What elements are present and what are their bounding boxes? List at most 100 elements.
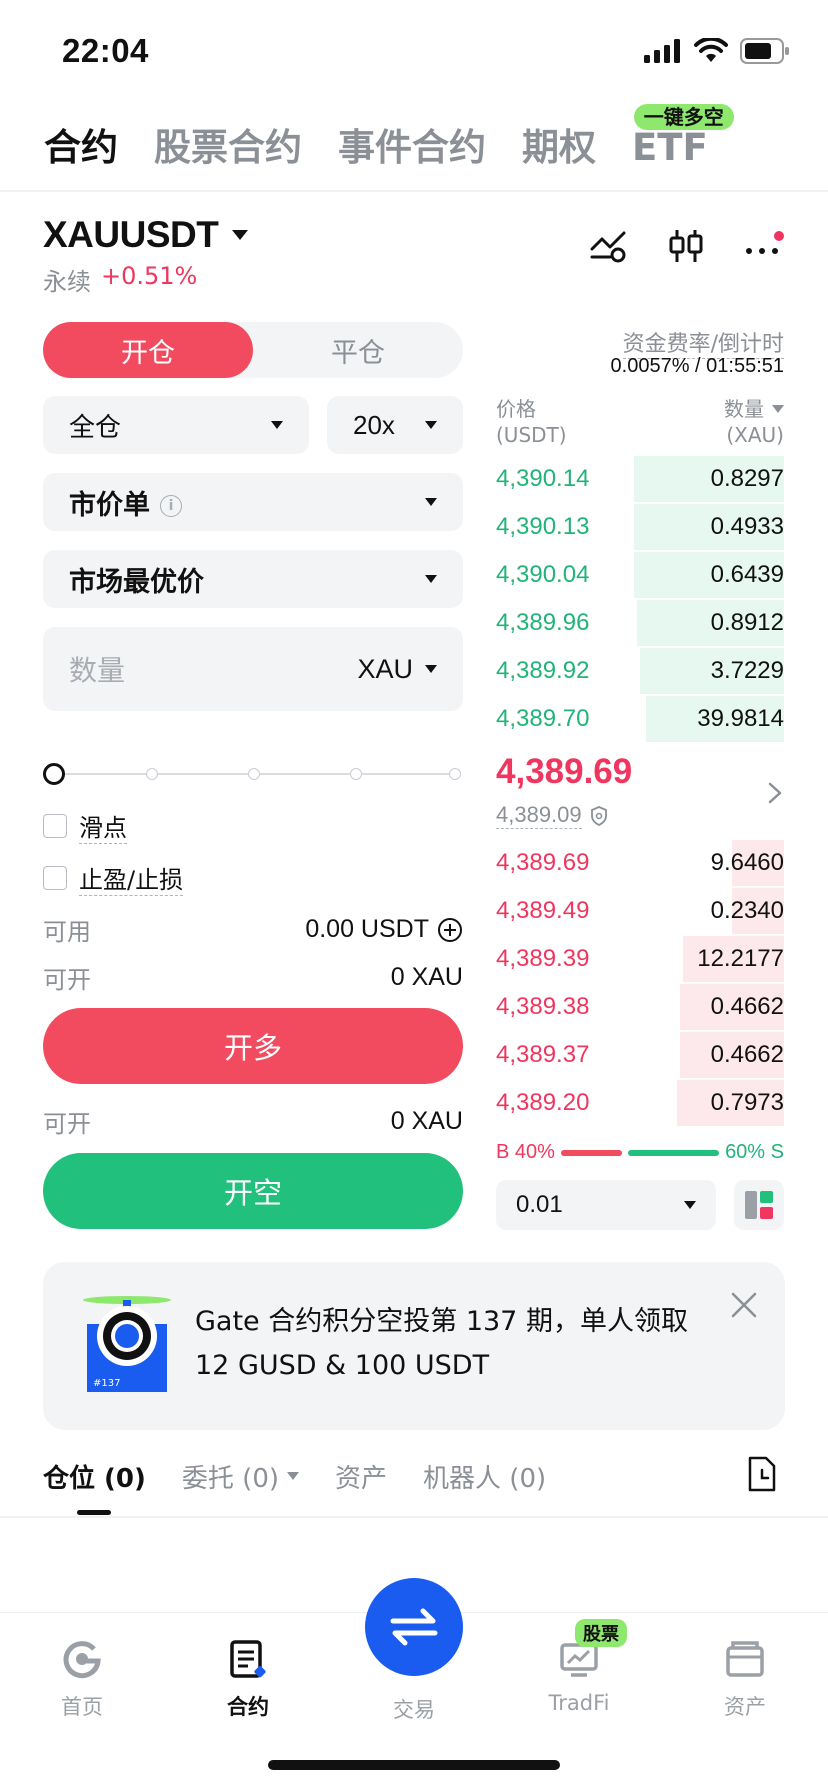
chevron-right-icon[interactable]: [768, 782, 782, 804]
slider-step[interactable]: [146, 768, 158, 780]
tab-assets[interactable]: 资产: [335, 1458, 387, 1495]
open-position-tab[interactable]: 开仓: [43, 322, 253, 378]
mark-price-row: 4,389.09: [496, 802, 608, 829]
tab-futures[interactable]: 合约: [44, 118, 118, 178]
ask-row[interactable]: 4,390.14 0.8297: [496, 456, 784, 502]
strategy-icon[interactable]: [590, 229, 628, 263]
ask-qty: 0.8297: [710, 465, 784, 492]
nav-home-label: 首页: [61, 1695, 103, 1719]
caret-down-icon: [684, 1201, 696, 1209]
tab-etf[interactable]: ETF 一键多空: [632, 104, 734, 178]
slider-step[interactable]: [350, 768, 362, 780]
product-tabs: 合约 股票合约 事件合约 期权 ETF 一键多空: [44, 104, 828, 178]
tradfi-badge: 股票: [575, 1619, 627, 1647]
nav-assets[interactable]: 资产: [685, 1639, 805, 1721]
bid-price: 4,389.38: [496, 993, 590, 1020]
candlestick-chart-icon[interactable]: [668, 228, 704, 264]
can-open-short-value: 0 XAU: [390, 1107, 463, 1135]
ask-row[interactable]: 4,389.96 0.8912: [496, 600, 784, 646]
available-value-group: 0.00 USDT: [305, 912, 463, 947]
tab-etf-label: ETF: [632, 126, 708, 169]
quantity-input[interactable]: 数量 XAU: [43, 627, 463, 711]
tab-event-contracts[interactable]: 事件合约: [338, 118, 486, 178]
ask-price: 4,389.96: [496, 609, 590, 636]
bid-row[interactable]: 4,389.39 12.2177: [496, 936, 784, 982]
quantity-slider[interactable]: [43, 763, 463, 785]
available-label: 可用: [43, 918, 91, 946]
contract-type: 永续: [43, 268, 91, 296]
bid-price: 4,389.49: [496, 897, 590, 924]
tab-stock-futures[interactable]: 股票合约: [154, 118, 302, 178]
info-icon[interactable]: i: [160, 495, 182, 517]
caret-down-icon: [425, 421, 437, 429]
ask-qty: 0.6439: [710, 561, 784, 588]
tpsl-checkbox-row[interactable]: 止盈/止损: [43, 860, 184, 896]
bid-qty: 0.4662: [710, 993, 784, 1020]
caret-down-icon: [287, 1472, 300, 1480]
orderbook-layout-icon: [745, 1191, 773, 1219]
last-price: 4,389.69: [496, 752, 633, 791]
header-actions: [590, 228, 784, 264]
signal-icon: [644, 39, 680, 63]
ask-row[interactable]: 4,389.92 3.7229: [496, 648, 784, 694]
order-type-select[interactable]: 市价单 i: [43, 473, 463, 531]
active-tab-indicator: [77, 1510, 111, 1515]
symbol-selector[interactable]: XAUUSDT: [43, 214, 249, 256]
slippage-checkbox[interactable]: [43, 814, 67, 838]
close-icon[interactable]: [731, 1292, 757, 1318]
order-type-label: 市价单 i: [69, 483, 182, 522]
ask-qty: 0.4933: [710, 513, 784, 540]
bid-qty: 9.6460: [710, 849, 784, 876]
status-icons: [644, 38, 790, 64]
caret-down-icon: [271, 421, 283, 429]
bid-row[interactable]: 4,389.20 0.7973: [496, 1080, 784, 1126]
more-icon[interactable]: [744, 231, 784, 261]
tab-bots[interactable]: 机器人 (0): [423, 1458, 546, 1495]
open-short-button[interactable]: 开空: [43, 1153, 463, 1229]
open-close-toggle: 开仓 平仓: [43, 322, 463, 378]
nav-tradfi[interactable]: TradFi: [519, 1639, 639, 1715]
bid-row[interactable]: 4,389.69 9.6460: [496, 840, 784, 886]
home-icon: [63, 1641, 101, 1679]
margin-mode-select[interactable]: 全仓: [43, 396, 309, 454]
ask-row[interactable]: 4,389.70 39.9814: [496, 696, 784, 742]
slider-knob[interactable]: [43, 763, 65, 785]
quantity-unit-select[interactable]: XAU: [357, 654, 437, 685]
etf-badge: 一键多空: [633, 104, 734, 130]
nav-futures[interactable]: 合约: [188, 1639, 308, 1721]
ask-row[interactable]: 4,390.04 0.6439: [496, 552, 784, 598]
orderbook-layout-button[interactable]: [734, 1180, 784, 1230]
slider-step[interactable]: [248, 768, 260, 780]
bid-row[interactable]: 4,389.38 0.4662: [496, 984, 784, 1030]
tpsl-checkbox[interactable]: [43, 866, 67, 890]
slippage-checkbox-row[interactable]: 滑点: [43, 808, 127, 844]
price-mode-select[interactable]: 市场最优价: [43, 550, 463, 608]
wifi-icon: [694, 38, 728, 62]
caret-down-icon: [772, 405, 784, 413]
close-position-tab[interactable]: 平仓: [253, 322, 463, 378]
can-open-short-row: 可开 0 XAU: [43, 1104, 463, 1139]
leverage-select[interactable]: 20x: [327, 396, 463, 454]
promo-text: Gate 合约积分空投第 137 期，单人领取 12 GUSD & 100 US…: [195, 1306, 688, 1381]
bid-qty: 0.4662: [710, 1041, 784, 1068]
tab-orders[interactable]: 委托 (0): [182, 1458, 300, 1495]
ask-qty: 3.7229: [710, 657, 784, 684]
open-long-button[interactable]: 开多: [43, 1008, 463, 1084]
airdrop-badge-icon: #137: [83, 1296, 171, 1392]
price-step-select[interactable]: 0.01: [496, 1180, 716, 1230]
ask-price: 4,390.14: [496, 465, 590, 492]
bid-row[interactable]: 4,389.37 0.4662: [496, 1032, 784, 1078]
slider-step[interactable]: [449, 768, 461, 780]
bid-row[interactable]: 4,389.49 0.2340: [496, 888, 784, 934]
ask-row[interactable]: 4,390.13 0.4933: [496, 504, 784, 550]
buy-ratio-bar: [560, 1149, 622, 1156]
qty-column-header[interactable]: 数量 (XAU): [724, 396, 784, 448]
tab-positions[interactable]: 仓位 (0): [43, 1458, 146, 1495]
order-history-icon[interactable]: [746, 1456, 778, 1492]
tab-options[interactable]: 期权: [522, 118, 596, 178]
trade-button[interactable]: [365, 1578, 463, 1676]
nav-home[interactable]: 首页: [22, 1639, 142, 1721]
promo-banner[interactable]: #137 Gate 合约积分空投第 137 期，单人领取 12 GUSD & 1…: [43, 1262, 785, 1430]
add-circle-icon[interactable]: [437, 917, 463, 943]
ratio-bars: [560, 1149, 720, 1156]
